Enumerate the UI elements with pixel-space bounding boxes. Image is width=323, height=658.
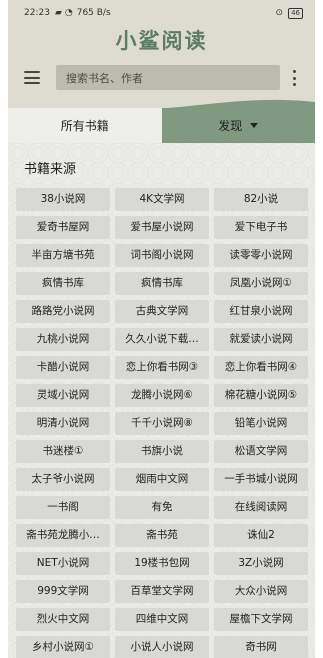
source-chip[interactable]: 古典文学网 [115,300,209,323]
source-chip[interactable]: 就爱读小说网 [214,328,308,351]
source-chip[interactable]: 明清小说网 [16,412,110,435]
source-chip[interactable]: 百草堂文学网 [115,580,209,603]
source-chip[interactable]: 千千小说网⑧ [115,412,209,435]
source-chip[interactable]: 82小说 [214,188,308,211]
source-chip[interactable]: 词书阁小说网 [115,244,209,267]
app-screen: 22:23 ▰ ◔ 765 B/s ⊙ 46 小鲨阅读 搜索书名、作者 所有书籍… [8,0,315,658]
wifi-icon: ◔ [64,7,73,18]
source-chip[interactable]: 一手书城小说网 [214,468,308,491]
source-chip[interactable]: 卡醋小说网 [16,356,110,379]
network-speed: 765 B/s [76,8,111,18]
source-chip[interactable]: 小说人小说网 [115,636,209,658]
menu-icon[interactable] [24,71,40,84]
source-chip[interactable]: 19楼书包网 [115,552,209,575]
source-chip[interactable]: 烟雨中文网 [115,468,209,491]
status-bar: 22:23 ▰ ◔ 765 B/s ⊙ 46 [8,0,315,26]
source-chip[interactable]: 红甘泉小说网 [214,300,308,323]
source-chip[interactable]: 乡村小说网① [16,636,110,658]
tab-discover-label: 发现 [218,119,243,133]
source-chip[interactable]: 半亩方塘书苑 [16,244,110,267]
source-chip[interactable]: 爱书屋小说网 [115,216,209,239]
source-chip[interactable]: 久久小说下载… [115,328,209,351]
source-chip[interactable]: 一书阁 [16,496,110,519]
source-chip[interactable]: 恋上你看书网③ [115,356,209,379]
source-chip[interactable]: 大众小说网 [214,580,308,603]
discover-content: 书籍来源 38小说网 4K文学网 82小说爱奇书屋网 爱书屋小说网 爱下电子书半亩方塘书… [8,143,315,658]
toolbar: 搜索书名、作者 [8,64,315,92]
tab-bar: 所有书籍 发现 [8,108,315,143]
source-chip[interactable]: 恋上你看书网④ [214,356,308,379]
source-chip[interactable]: 凤凰小说网① [214,272,308,295]
app-title: 小鲨阅读 [115,28,208,53]
alarm-icon: ⊙ [275,7,284,18]
source-chip[interactable]: 诛仙2 [214,524,308,547]
source-chip[interactable]: 3Z小说网 [214,552,308,575]
source-chip[interactable]: 斋书苑龙腾小… [16,524,110,547]
tab-discover[interactable]: 发现 [161,108,315,143]
source-chip[interactable]: 4K文学网 [115,188,209,211]
search-input[interactable]: 搜索书名、作者 [56,65,280,90]
source-chip[interactable]: 屋檐下文学网 [214,608,308,631]
source-chip[interactable]: 奇书网 [214,636,308,658]
tab-all-books-label: 所有书籍 [60,119,109,133]
source-chip[interactable]: 斋书苑 [115,524,209,547]
status-time: 22:23 [24,8,50,18]
source-chip[interactable]: 在线阅读网 [214,496,308,519]
source-chip[interactable]: 爱奇书屋网 [16,216,110,239]
search-placeholder: 搜索书名、作者 [66,71,143,85]
source-chip[interactable]: 999文学网 [16,580,110,603]
source-chip[interactable]: 灵域小说网 [16,384,110,407]
source-chip[interactable]: 棉花糖小说网⑤ [214,384,308,407]
tab-all-books[interactable]: 所有书籍 [8,108,162,143]
source-chip[interactable]: 太子爷小说网 [16,468,110,491]
source-chip[interactable]: 松语文学网 [214,440,308,463]
source-chip[interactable]: 书迷楼① [16,440,110,463]
source-chip[interactable]: 九桃小说网 [16,328,110,351]
source-chip[interactable]: 疯情书库 [115,272,209,295]
source-chip[interactable]: 铅笔小说网 [214,412,308,435]
source-chip[interactable]: 38小说网 [16,188,110,211]
source-chip[interactable]: NET小说网 [16,552,110,575]
source-chip[interactable]: 龙腾小说网⑥ [115,384,209,407]
source-chip[interactable]: 爱下电子书 [214,216,308,239]
dropdown-arrow-icon [250,123,259,128]
notification-icon: ▰ [54,7,62,18]
section-title: 书籍来源 [24,162,77,177]
source-chip[interactable]: 烈火中文网 [16,608,110,631]
source-chip[interactable]: 书旗小说 [115,440,209,463]
source-grid: 38小说网 4K文学网 82小说爱奇书屋网 爱书屋小说网 爱下电子书半亩方塘书苑 词书阁小… [16,188,308,658]
source-chip[interactable]: 四维中文网 [115,608,209,631]
source-chip[interactable]: 读零零小说网 [214,244,308,267]
source-chip[interactable]: 疯情书库 [16,272,110,295]
battery-indicator: 46 [288,7,303,19]
source-chip[interactable]: 有免 [115,496,209,519]
more-vert-icon[interactable] [292,70,296,86]
source-chip[interactable]: 路路党小说网 [16,300,110,323]
